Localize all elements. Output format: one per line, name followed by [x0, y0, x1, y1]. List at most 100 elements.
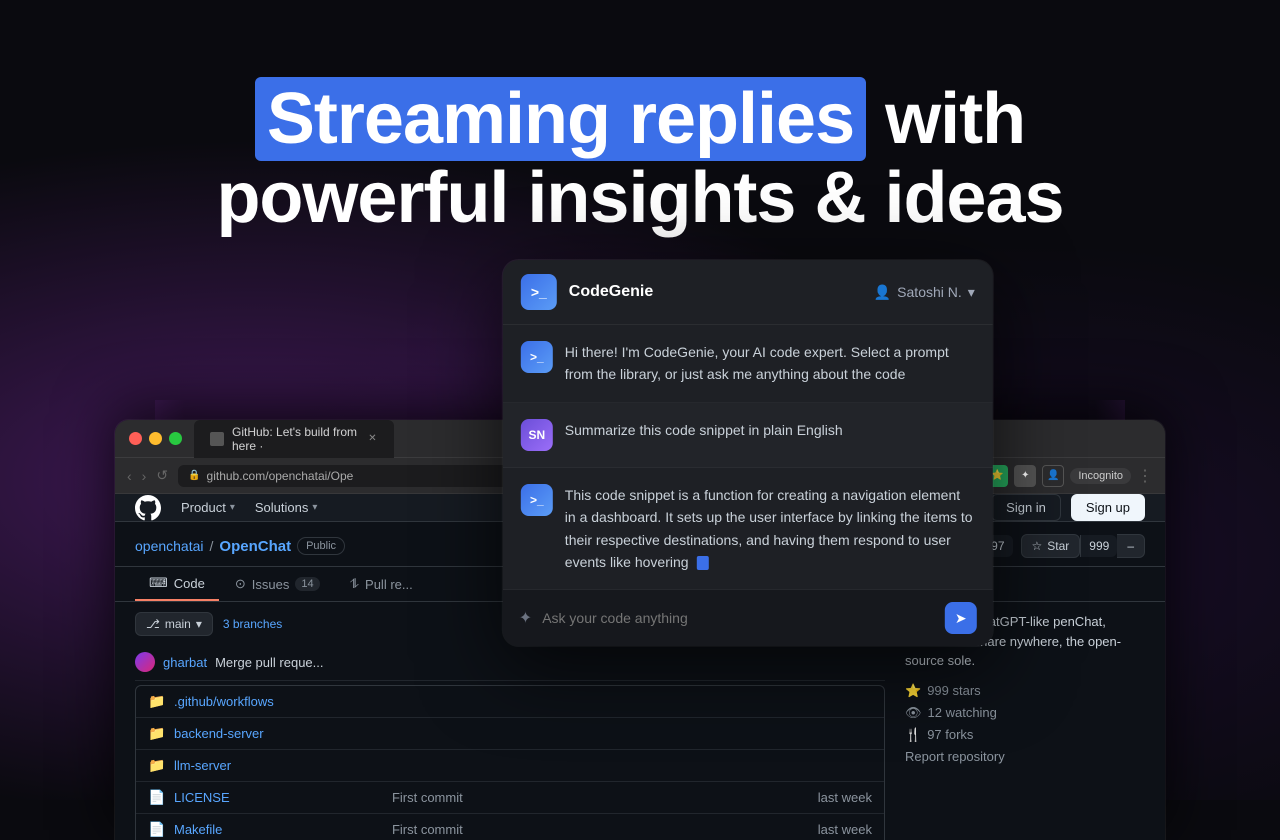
chat-message-bot-1: >_ Hi there! I'm CodeGenie, your AI code… — [503, 325, 993, 403]
ext-icon-5[interactable]: 👤 — [1042, 465, 1064, 487]
issues-icon: ⊙ — [235, 576, 246, 592]
tab-favicon — [210, 432, 224, 446]
chat-send-button[interactable]: ➤ — [945, 602, 977, 634]
file-name[interactable]: llm-server — [174, 758, 872, 773]
chevron-down-icon: ▾ — [196, 617, 202, 631]
repo-main: ⎇ main ▾ 3 branches gharbat Merge pull r… — [135, 612, 885, 840]
chat-username: Satoshi N. — [897, 284, 962, 300]
refresh-button[interactable]: ↺ — [156, 467, 168, 484]
repo-path: openchatai / OpenChat Public — [135, 537, 345, 555]
tab-issues[interactable]: ⊙ Issues 14 — [221, 567, 334, 601]
star-icon: ☆ — [1032, 539, 1043, 553]
chevron-down-icon: ▾ — [968, 284, 975, 301]
hero-section: Streaming replies with powerful insights… — [0, 80, 1280, 238]
file-name[interactable]: LICENSE — [174, 790, 382, 805]
folder-icon: 📁 — [148, 693, 164, 710]
user-avatar: SN — [521, 419, 553, 451]
pr-icon: ⥮ — [350, 576, 359, 592]
table-row: 📁 .github/workflows — [136, 686, 884, 718]
signup-button[interactable]: Sign up — [1071, 494, 1145, 521]
chat-messages: >_ Hi there! I'm CodeGenie, your AI code… — [503, 325, 993, 590]
chat-app-name: CodeGenie — [569, 283, 653, 301]
address-text: github.com/openchatai/Ope — [207, 469, 354, 483]
bot-message-text-2: This code snippet is a function for crea… — [565, 484, 975, 574]
code-icon: ⌨ — [149, 575, 168, 591]
maximize-button[interactable] — [169, 432, 182, 445]
signin-button[interactable]: Sign in — [991, 494, 1061, 521]
tab-code[interactable]: ⌨ Code — [135, 567, 219, 601]
send-icon: ➤ — [955, 610, 967, 627]
chat-header: >_ CodeGenie 👤 Satoshi N. ▾ — [503, 260, 993, 325]
commit-row: gharbat Merge pull reque... — [135, 644, 885, 681]
folder-icon: 📁 — [148, 757, 164, 774]
chat-user-info[interactable]: 👤 Satoshi N. ▾ — [874, 284, 975, 301]
folder-icon: 📁 — [148, 725, 164, 742]
forks-stat: 🍴 97 forks — [905, 727, 1145, 743]
commit-message: Merge pull reque... — [215, 655, 885, 670]
fork-icon: 🍴 — [905, 727, 921, 743]
file-time: last week — [818, 822, 872, 837]
star-expand-icon[interactable]: – — [1117, 534, 1145, 558]
branch-selector[interactable]: ⎇ main ▾ — [135, 612, 213, 636]
typing-cursor — [696, 556, 708, 570]
repo-sidebar: ate custom ChatGPT-like penChat, embed a… — [885, 612, 1145, 840]
forward-button[interactable]: › — [142, 468, 147, 484]
hero-title-part2: with — [885, 79, 1025, 159]
table-row: 📄 LICENSE First commit last week — [136, 782, 884, 814]
user-icon: 👤 — [874, 284, 891, 301]
close-button[interactable] — [129, 432, 142, 445]
chat-message-bot-2: >_ This code snippet is a function for c… — [503, 468, 993, 591]
github-nav-solutions[interactable]: Solutions ▾ — [255, 500, 318, 515]
repo-owner[interactable]: openchatai — [135, 538, 204, 554]
file-icon: 📄 — [148, 821, 164, 838]
ext-icon-4[interactable]: ✦ — [1014, 465, 1036, 487]
repo-visibility-badge: Public — [297, 537, 345, 555]
minimize-button[interactable] — [149, 432, 162, 445]
github-nav-right: Sign in Sign up — [991, 494, 1145, 521]
star-button[interactable]: ☆ Star — [1021, 534, 1081, 558]
eye-icon: 👁 — [905, 705, 922, 721]
file-name[interactable]: Makefile — [174, 822, 382, 837]
github-nav-product[interactable]: Product ▾ — [181, 500, 235, 515]
table-row: 📄 Makefile First commit last week — [136, 814, 884, 840]
traffic-lights — [129, 432, 182, 445]
star-action[interactable]: ☆ Star 999 – — [1021, 534, 1146, 558]
codegenie-logo: >_ — [521, 274, 557, 310]
file-commit: First commit — [392, 822, 808, 837]
repo-name[interactable]: OpenChat — [219, 538, 291, 555]
user-message-text: Summarize this code snippet in plain Eng… — [565, 419, 975, 451]
path-separator: / — [210, 538, 214, 554]
tab-pullrequests[interactable]: ⥮ Pull re... — [336, 567, 427, 601]
bot-message-text-1: Hi there! I'm CodeGenie, your AI code ex… — [565, 341, 975, 386]
lock-icon: 🔒 — [188, 470, 200, 481]
sparkle-icon: ✦ — [519, 608, 532, 628]
table-row: 📁 llm-server — [136, 750, 884, 782]
incognito-badge: Incognito — [1070, 468, 1131, 484]
table-row: 📁 backend-server — [136, 718, 884, 750]
chat-message-user: SN Summarize this code snippet in plain … — [503, 403, 993, 468]
star-icon: ⭐ — [905, 683, 921, 699]
branches-count-link[interactable]: 3 branches — [223, 617, 282, 631]
tab-label: GitHub: Let's build from here · — [232, 425, 359, 453]
stars-stat: ⭐ 999 stars — [905, 683, 1145, 699]
commit-author-avatar — [135, 652, 155, 672]
report-repository-link[interactable]: Report repository — [905, 749, 1145, 764]
tab-close-icon[interactable]: ✕ — [367, 432, 378, 446]
watching-stat: 👁 12 watching — [905, 705, 1145, 721]
chat-input[interactable] — [542, 610, 935, 626]
chat-overlay: >_ CodeGenie 👤 Satoshi N. ▾ >_ Hi there!… — [503, 260, 993, 646]
branch-icon: ⎇ — [146, 617, 160, 631]
browser-tab[interactable]: GitHub: Let's build from here · ✕ — [194, 420, 394, 458]
chevron-down-icon: ▾ — [230, 502, 235, 513]
hero-title: Streaming replies with powerful insights… — [0, 80, 1280, 238]
back-button[interactable]: ‹ — [127, 468, 132, 484]
file-name[interactable]: .github/workflows — [174, 694, 872, 709]
bot-avatar-2: >_ — [521, 484, 553, 516]
commit-author-name[interactable]: gharbat — [163, 655, 207, 670]
file-icon: 📄 — [148, 789, 164, 806]
github-logo-icon — [135, 495, 161, 521]
browser-menu-icon[interactable]: ⋮ — [1137, 466, 1153, 486]
chevron-down-icon: ▾ — [312, 502, 317, 513]
file-commit: First commit — [392, 790, 808, 805]
file-name[interactable]: backend-server — [174, 726, 872, 741]
